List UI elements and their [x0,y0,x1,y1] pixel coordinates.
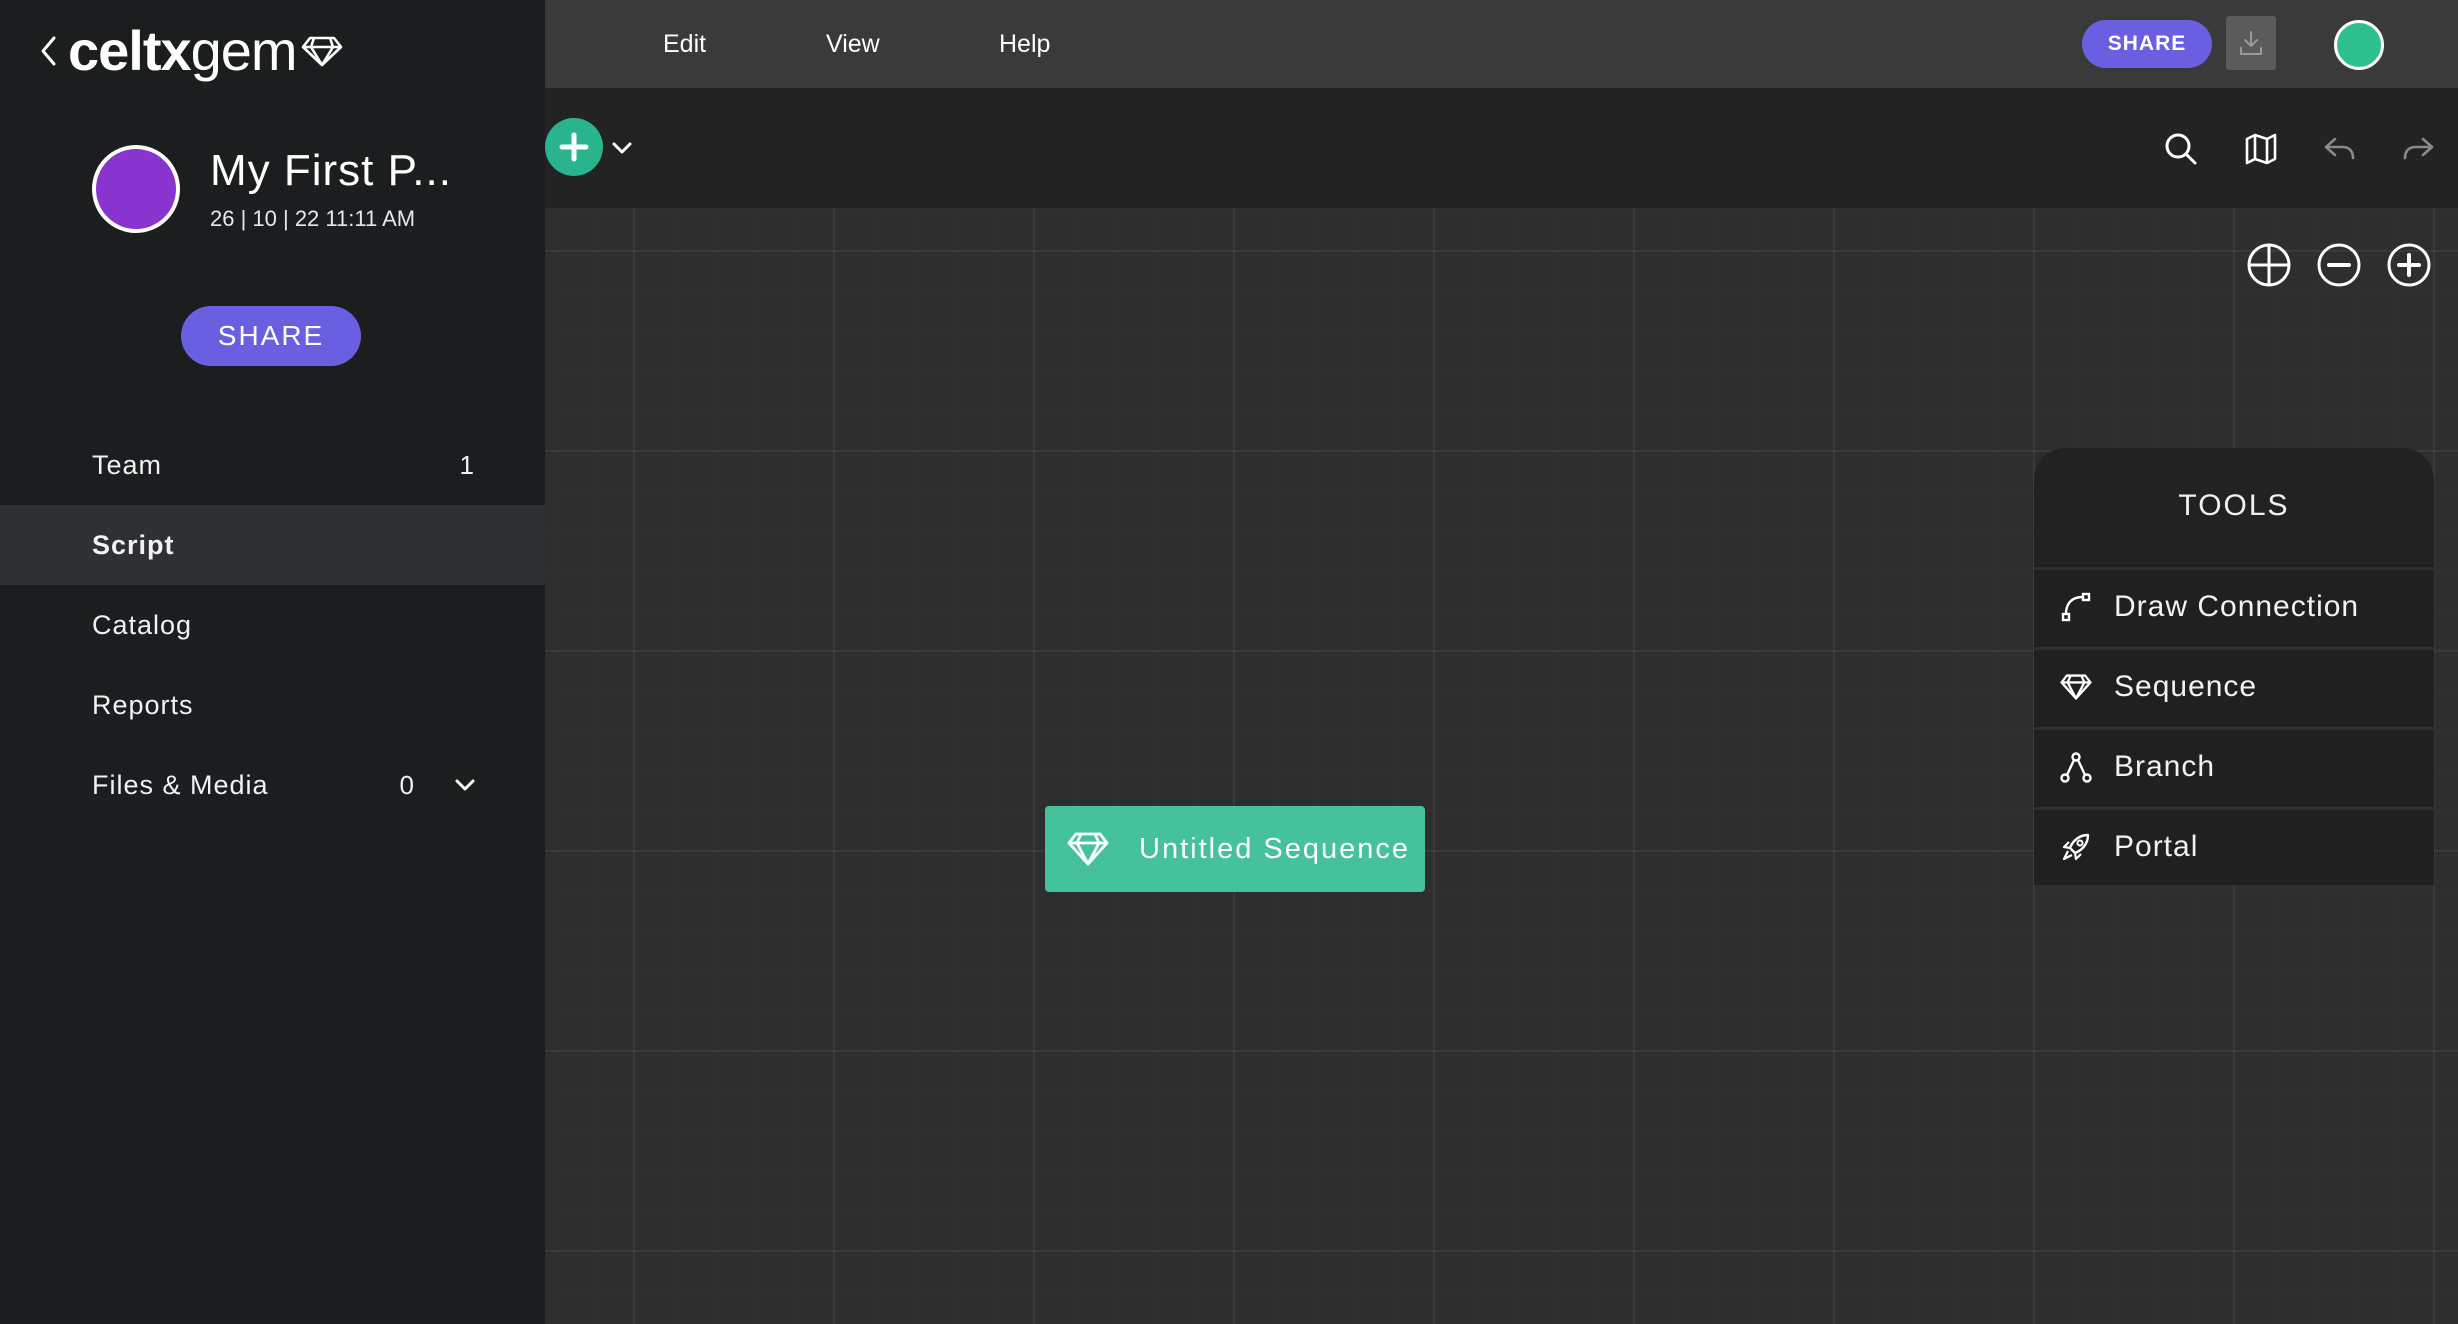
map-icon[interactable] [2238,126,2284,172]
tool-label: Branch [2114,750,2216,783]
sidebar-share-button[interactable]: SHARE [181,306,361,366]
sidebar-item-team[interactable]: Team 1 [0,425,545,505]
top-share-button[interactable]: SHARE [2082,20,2212,68]
logo-gem-icon [301,35,343,67]
logo-text-bold: celtx [68,19,192,82]
sequence-node-label: Untitled Sequence [1139,832,1410,865]
menu-help[interactable]: Help [999,0,1050,88]
tool-sequence[interactable]: Sequence [2034,647,2434,724]
sidebar-nav: Team 1 Script Catalog Reports Files & Me… [0,425,545,825]
tool-label: Draw Connection [2114,590,2360,623]
chevron-down-icon[interactable] [455,778,475,792]
sidebar-item-label: Script [92,529,175,560]
sidebar: celtx gem My First P... 26 | 10 | 22 11:… [0,0,545,1324]
download-button[interactable] [2226,16,2276,70]
tool-portal[interactable]: Portal [2034,807,2434,884]
plus-icon [559,132,589,162]
add-dropdown-chevron-icon[interactable] [608,134,636,162]
sidebar-item-label: Files & Media [92,769,269,800]
logo-row: celtx gem [28,18,343,84]
sidebar-item-label: Reports [92,689,194,720]
project-title[interactable]: My First P... [210,146,452,196]
project-header: My First P... 26 | 10 | 22 11:11 AM [92,145,452,233]
branch-icon [2058,749,2094,785]
menu-view[interactable]: View [826,0,880,88]
draw-connection-icon [2058,589,2094,625]
gem-icon [1067,832,1109,866]
sidebar-item-label: Catalog [92,609,193,640]
menu-edit[interactable]: Edit [663,0,706,88]
add-button[interactable] [545,118,603,176]
sidebar-item-catalog[interactable]: Catalog [0,585,545,665]
celtx-gem-logo[interactable]: celtx gem [68,23,343,79]
sidebar-item-files-media[interactable]: Files & Media 0 [0,745,545,825]
sidebar-item-label: Team [92,449,163,480]
user-avatar[interactable] [2334,20,2384,70]
zoom-in-icon[interactable] [2384,240,2434,290]
project-avatar[interactable] [92,145,180,233]
rocket-icon [2058,829,2094,865]
zoom-out-icon[interactable] [2314,240,2364,290]
tools-title: TOOLS [2034,448,2434,564]
project-date: 26 | 10 | 22 11:11 AM [210,206,416,231]
sequence-node[interactable]: Untitled Sequence [1045,806,1425,892]
download-icon [2240,31,2262,55]
tools-panel: TOOLS Draw Connection Sequence Branch Po… [2034,448,2434,885]
gem-icon [2058,669,2094,705]
tool-label: Portal [2114,830,2199,863]
tool-label: Sequence [2114,670,2258,703]
back-chevron-icon[interactable] [28,21,68,81]
undo-icon[interactable] [2316,126,2362,172]
tool-draw-connection[interactable]: Draw Connection [2034,567,2434,644]
tool-branch[interactable]: Branch [2034,727,2434,804]
sidebar-item-reports[interactable]: Reports [0,665,545,745]
team-count: 1 [459,449,475,480]
sidebar-item-script[interactable]: Script [0,505,545,585]
files-count: 0 [399,769,415,800]
recenter-icon[interactable] [2244,240,2294,290]
logo-text-light: gem [190,19,298,82]
search-icon[interactable] [2158,126,2204,172]
redo-icon[interactable] [2396,126,2442,172]
